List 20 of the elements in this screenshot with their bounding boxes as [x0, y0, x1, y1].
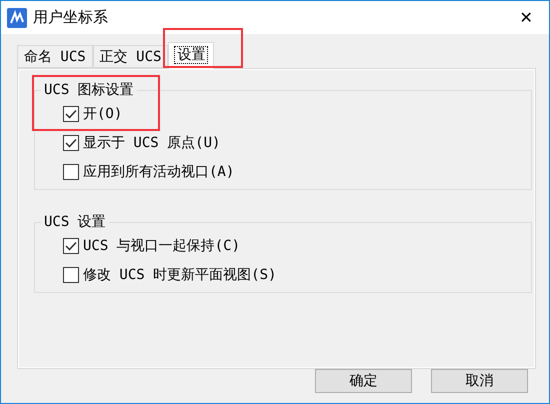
checkbox[interactable] [63, 106, 79, 122]
checkbox-label: 开(O) [83, 105, 122, 123]
checkbox-label: UCS 与视口一起保持(C) [83, 237, 240, 255]
tab[interactable]: 正交 UCS [92, 45, 168, 68]
checkbox-label: 显示于 UCS 原点(U) [83, 134, 220, 152]
group-title: UCS 设置 [41, 213, 109, 231]
checkbox-label: 修改 UCS 时更新平面视图(S) [83, 266, 276, 284]
close-button[interactable]: ✕ [503, 1, 549, 34]
checkbox[interactable] [63, 238, 79, 254]
app-logo-icon [7, 8, 27, 28]
checkbox[interactable] [63, 164, 79, 180]
checkbox[interactable] [63, 267, 79, 283]
checkbox[interactable] [63, 135, 79, 151]
window-title: 用户坐标系 [33, 8, 109, 27]
ok-button[interactable]: 确定 [315, 369, 412, 393]
tab[interactable]: 命名 UCS [17, 45, 93, 68]
cancel-button[interactable]: 取消 [431, 369, 528, 393]
tab[interactable]: 设置 [168, 42, 214, 69]
checkbox-label: 应用到所有活动视口(A) [83, 163, 234, 181]
group-title: UCS 图标设置 [41, 81, 137, 99]
